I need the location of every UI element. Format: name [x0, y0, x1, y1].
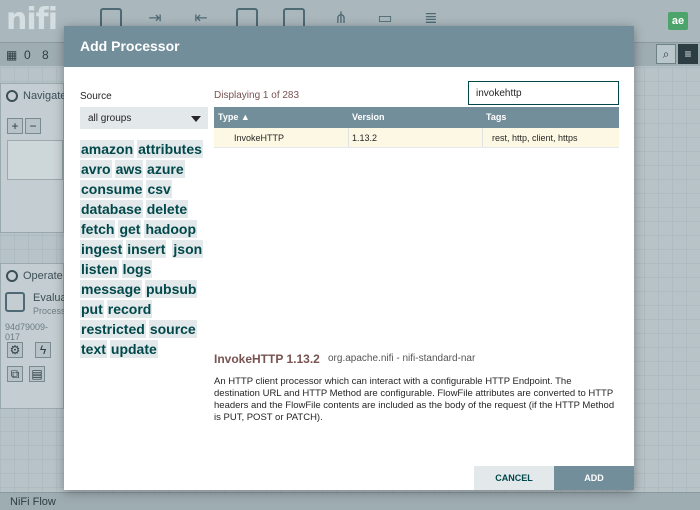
tag-listen[interactable]: listen [80, 260, 119, 278]
dialog-title: Add Processor [80, 38, 180, 54]
dialog-footer: CANCEL ADD [64, 466, 634, 490]
tag-azure[interactable]: azure [146, 160, 185, 178]
processor-filter-input[interactable] [468, 81, 619, 105]
zoom-in-icon[interactable]: + [7, 118, 23, 134]
tag-insert[interactable]: insert [126, 240, 167, 258]
operate-panel: Operate Evalua Process 94d79009-017 ⚙ ϟ … [0, 263, 67, 409]
zoom-out-icon[interactable]: − [25, 118, 41, 134]
tag-restricted[interactable]: restricted [80, 320, 146, 338]
tag-hadoop[interactable]: hadoop [144, 220, 197, 238]
configure-icon[interactable]: ⚙ [7, 342, 23, 358]
add-processor-dialog: Add Processor Source all groups amazon at… [64, 26, 634, 490]
tag-fetch[interactable]: fetch [80, 220, 116, 238]
row-tags: rest, http, client, https [492, 133, 578, 143]
column-header-tags[interactable]: Tags [486, 112, 506, 122]
tag-attributes[interactable]: attributes [137, 140, 203, 158]
tag-database[interactable]: database [80, 200, 143, 218]
processor-table: Type ▲ Version Tags InvokeHTTP 1.13.2 re… [214, 107, 619, 148]
selected-processor-title: InvokeHTTP 1.13.2 [214, 352, 320, 366]
dialog-header: Add Processor [64, 26, 634, 67]
selected-type: Process [33, 306, 66, 316]
tag-ingest[interactable]: ingest [80, 240, 124, 258]
tag-json[interactable]: json [172, 240, 204, 258]
menu-icon[interactable]: ≡ [678, 44, 698, 64]
add-button[interactable]: ADD [554, 466, 634, 490]
nifi-logo: nifi [6, 2, 58, 37]
status-count: 0 [24, 48, 31, 62]
column-divider [348, 128, 349, 147]
source-select[interactable]: all groups [80, 107, 208, 129]
cancel-button[interactable]: CANCEL [474, 466, 554, 490]
tag-message[interactable]: message [80, 280, 142, 298]
tag-pubsub[interactable]: pubsub [144, 280, 198, 298]
column-header-type[interactable]: Type ▲ [218, 112, 250, 122]
chevron-down-icon [191, 116, 201, 122]
hand-icon [6, 270, 18, 282]
column-divider [482, 128, 483, 147]
tag-delete[interactable]: delete [145, 200, 189, 218]
paste-icon[interactable]: ▤ [29, 366, 45, 382]
status-count: 8 [42, 48, 49, 62]
tag-put[interactable]: put [80, 300, 104, 318]
search-icon[interactable]: ⌕ [656, 44, 676, 64]
column-header-version[interactable]: Version [352, 112, 385, 122]
tag-csv[interactable]: csv [146, 180, 172, 198]
breadcrumb-bar: NiFi Flow [0, 492, 700, 510]
row-type: InvokeHTTP [234, 133, 285, 143]
enable-icon[interactable]: ϟ [35, 342, 51, 358]
navigate-label: Navigate [23, 90, 67, 102]
tag-get[interactable]: get [118, 220, 142, 238]
selected-name: Evalua [33, 292, 67, 304]
selected-id: 94d79009-017 [5, 322, 49, 342]
navigate-panel: Navigate + − [0, 83, 67, 233]
tag-avro[interactable]: avro [80, 160, 112, 178]
tag-amazon[interactable]: amazon [80, 140, 135, 158]
selected-processor-bundle: org.apache.nifi - nifi-standard-nar [328, 353, 476, 364]
breadcrumb[interactable]: NiFi Flow [10, 496, 56, 508]
tag-source[interactable]: source [148, 320, 197, 338]
result-count: Displaying 1 of 283 [214, 90, 300, 101]
tag-text[interactable]: text [80, 340, 107, 358]
tag-consume[interactable]: consume [80, 180, 144, 198]
selected-processor-icon [5, 292, 25, 312]
tag-update[interactable]: update [109, 340, 158, 358]
table-row[interactable]: InvokeHTTP 1.13.2 rest, http, client, ht… [214, 128, 619, 148]
tag-cloud: amazon attributes avro aws azure consume csv… [80, 140, 220, 360]
operate-label: Operate [23, 270, 63, 282]
birdseye-view[interactable] [7, 140, 63, 180]
tag-record[interactable]: record [106, 300, 153, 318]
source-label: Source [80, 91, 112, 102]
tag-aws[interactable]: aws [114, 160, 144, 178]
user-badge[interactable]: ae [668, 12, 688, 30]
selected-processor-description: An HTTP client processor which can inter… [214, 376, 615, 423]
source-select-value: all groups [88, 113, 132, 124]
table-header: Type ▲ Version Tags [214, 107, 619, 128]
cluster-icon: ▦ [6, 48, 18, 62]
tag-logs[interactable]: logs [121, 260, 153, 278]
row-version: 1.13.2 [352, 133, 378, 143]
compass-icon [6, 90, 18, 102]
copy-icon[interactable]: ⧉ [7, 366, 23, 382]
